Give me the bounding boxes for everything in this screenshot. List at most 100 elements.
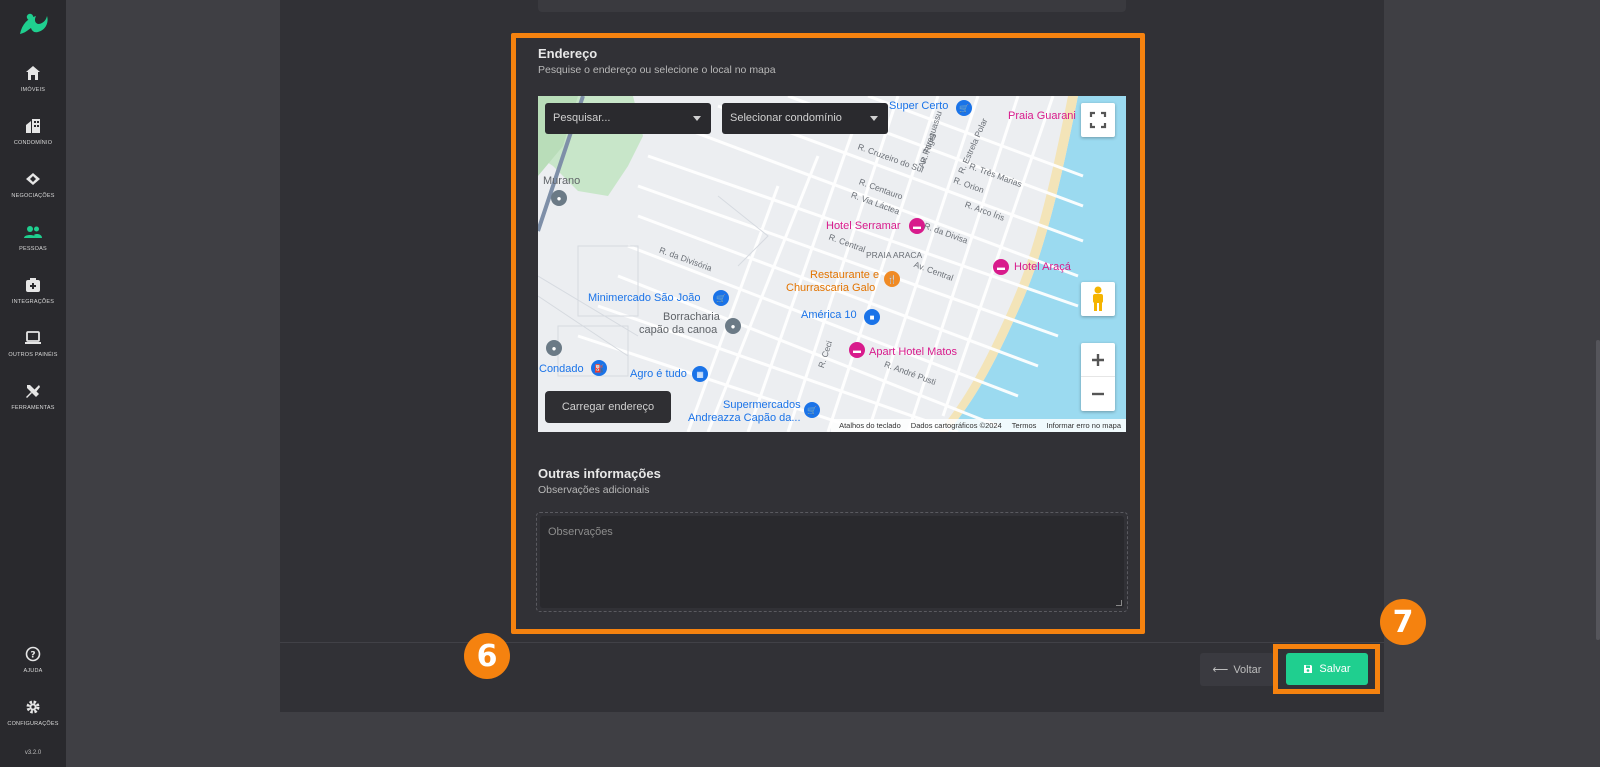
map-place-america[interactable]: América 10 xyxy=(801,309,857,321)
sidebar-item-condominio[interactable]: CONDOMÍNIO xyxy=(0,105,66,158)
map-place-restaurante-line2[interactable]: Churrascaria Galo xyxy=(786,282,875,294)
chevron-down-icon xyxy=(693,116,701,121)
place-pin-icon[interactable]: ● xyxy=(725,318,741,334)
sidebar-item-integracoes[interactable]: INTEGRAÇÕES xyxy=(0,264,66,317)
app-version: v3.2.0 xyxy=(24,750,42,756)
fullscreen-button[interactable] xyxy=(1081,103,1115,137)
sidebar-item-label: NEGOCIAÇÕES xyxy=(11,193,55,199)
hotel-icon[interactable]: ▬ xyxy=(909,218,925,234)
people-icon xyxy=(24,223,42,241)
resize-handle-icon[interactable] xyxy=(1116,600,1122,606)
sidebar-item-label: CONDOMÍNIO xyxy=(13,140,53,146)
observations-field-wrapper xyxy=(536,512,1128,612)
sidebar-item-label: CONFIGURAÇÕES xyxy=(7,721,59,727)
map-place-condado[interactable]: Condado xyxy=(539,363,584,375)
map-place-restaurante-line1[interactable]: Restaurante e xyxy=(810,269,879,281)
sidebar-item-ferramentas[interactable]: FERRAMENTAS xyxy=(0,370,66,423)
map-place-murano[interactable]: Murano xyxy=(543,175,580,187)
tools-icon xyxy=(24,382,42,400)
sidebar-item-imoveis[interactable]: IMÓVEIS xyxy=(0,52,66,105)
plus-icon xyxy=(1092,353,1104,366)
sidebar-item-label: PESSOAS xyxy=(19,246,47,252)
save-button[interactable]: Salvar xyxy=(1286,653,1368,685)
sidebar-item-ajuda[interactable]: ? AJUDA xyxy=(0,633,66,686)
zoom-controls xyxy=(1081,343,1115,411)
previous-field[interactable] xyxy=(538,0,1126,12)
page-scrollbar[interactable] xyxy=(1596,340,1600,640)
map-place-minimercado[interactable]: Minimercado São João xyxy=(588,292,701,304)
arrow-left-icon: ⟵ xyxy=(1212,664,1229,676)
condo-select[interactable]: Selecionar condomínio xyxy=(722,103,888,134)
sidebar-item-configuracoes[interactable]: CONFIGURAÇÕES xyxy=(0,686,66,739)
condo-select-placeholder: Selecionar condomínio xyxy=(730,112,842,124)
sidebar-item-label: INTEGRAÇÕES xyxy=(11,299,55,305)
keyboard-shortcuts-link[interactable]: Atalhos do teclado xyxy=(839,421,901,430)
sidebar-item-label: IMÓVEIS xyxy=(20,87,46,93)
sidebar-item-pessoas[interactable]: PESSOAS xyxy=(0,211,66,264)
sidebar-item-outros-paineis[interactable]: OUTROS PAINÉIS xyxy=(0,317,66,370)
fullscreen-icon xyxy=(1089,111,1107,129)
save-button-label: Salvar xyxy=(1319,663,1351,675)
svg-text:?: ? xyxy=(30,651,35,661)
other-info-title: Outras informações xyxy=(538,466,661,481)
home-icon xyxy=(24,64,42,82)
map-search-placeholder: Pesquisar... xyxy=(553,112,611,124)
place-pin-icon[interactable]: ● xyxy=(551,190,567,206)
address-title: Endereço xyxy=(538,46,598,61)
map-place-praia-guarani[interactable]: Praia Guarani xyxy=(1008,110,1076,122)
shopping-cart-icon[interactable]: 🛒 xyxy=(713,290,729,306)
gear-icon xyxy=(24,698,42,716)
address-subtitle: Pesquise o endereço ou selecione o local… xyxy=(538,64,776,76)
street-label: PRAIA ARACA xyxy=(866,250,923,260)
store-icon[interactable]: ▦ xyxy=(692,366,708,382)
map-place-hotel-serramar[interactable]: Hotel Serramar xyxy=(826,220,901,232)
shopping-cart-icon[interactable]: 🛒 xyxy=(956,100,972,116)
zoom-out-button[interactable] xyxy=(1081,377,1115,411)
building-icon xyxy=(24,117,42,135)
back-button[interactable]: ⟵ Voltar xyxy=(1200,653,1274,686)
map-place-super-line2[interactable]: Andreazza Capão da... xyxy=(688,412,801,424)
map-place-borracharia-line2[interactable]: capão da canoa xyxy=(639,324,717,336)
app-logo[interactable] xyxy=(16,10,50,38)
observations-textarea[interactable] xyxy=(540,516,1124,608)
zoom-in-button[interactable] xyxy=(1081,343,1115,377)
pegman-icon xyxy=(1093,286,1103,311)
handshake-icon xyxy=(24,170,42,188)
step-badge-7: 7 xyxy=(1380,599,1426,645)
floppy-disk-icon xyxy=(1304,665,1313,673)
shopping-bag-icon[interactable]: ■ xyxy=(864,309,880,325)
address-map[interactable]: Pesquisar... Selecionar condomínio Super… xyxy=(538,96,1126,432)
hotel-icon[interactable]: ▬ xyxy=(849,342,865,358)
back-button-label: Voltar xyxy=(1233,663,1262,676)
map-place-agro[interactable]: Agro é tudo xyxy=(630,368,687,380)
place-pin-icon[interactable]: ● xyxy=(546,340,562,356)
laptop-icon xyxy=(24,329,42,347)
map-place-super-certo[interactable]: Super Certo xyxy=(889,100,948,112)
sidebar-bottom: ? AJUDA CONFIGURAÇÕES v3.2.0 xyxy=(0,633,66,767)
sidebar: IMÓVEIS CONDOMÍNIO NEGOCIAÇÕES PESSOAS I… xyxy=(0,0,66,767)
street-view-pegman[interactable] xyxy=(1081,282,1115,316)
load-address-button[interactable]: Carregar endereço xyxy=(545,391,671,423)
hotel-icon[interactable]: ▬ xyxy=(993,259,1009,275)
report-error-link[interactable]: Informar erro no mapa xyxy=(1046,421,1121,430)
minus-icon xyxy=(1092,392,1104,396)
sidebar-item-label: OUTROS PAINÉIS xyxy=(8,352,58,358)
gas-station-icon[interactable]: ⛽ xyxy=(591,360,607,376)
map-place-borracharia-line1[interactable]: Borracharia xyxy=(663,311,720,323)
map-data-credit: Dados cartográficos ©2024 xyxy=(910,421,1002,430)
map-attribution: Atalhos do teclado Dados cartográficos ©… xyxy=(831,419,1126,432)
restaurant-icon[interactable]: 🍴 xyxy=(884,271,900,287)
integration-icon xyxy=(24,276,42,294)
chevron-down-icon xyxy=(870,116,878,121)
sidebar-nav: IMÓVEIS CONDOMÍNIO NEGOCIAÇÕES PESSOAS I… xyxy=(0,52,66,423)
shopping-cart-icon[interactable]: 🛒 xyxy=(804,402,820,418)
map-place-hotel-araca[interactable]: Hotel Araçá xyxy=(1014,261,1071,273)
sidebar-item-negociacoes[interactable]: NEGOCIAÇÕES xyxy=(0,158,66,211)
terms-link[interactable]: Termos xyxy=(1012,421,1037,430)
help-icon: ? xyxy=(24,645,42,663)
step-badge-6: 6 xyxy=(464,633,510,679)
map-place-super-line1[interactable]: Supermercados xyxy=(723,399,801,411)
map-place-apart[interactable]: Apart Hotel Matos xyxy=(869,346,957,358)
sidebar-item-label: AJUDA xyxy=(23,668,43,674)
map-search-select[interactable]: Pesquisar... xyxy=(545,103,711,134)
